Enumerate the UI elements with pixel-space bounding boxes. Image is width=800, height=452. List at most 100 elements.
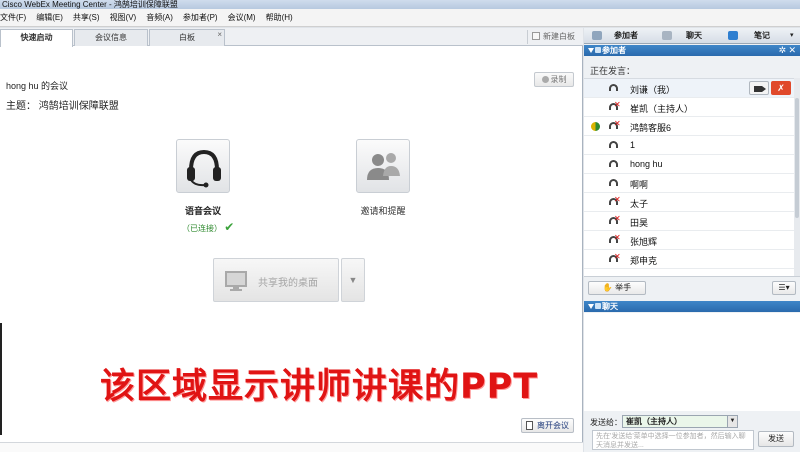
- participant-name: 张旭辉: [630, 237, 658, 247]
- chat-input[interactable]: 先在'发送给'菜单中选择一位参加者，然后输入聊天消息并发送...: [592, 430, 754, 450]
- new-whiteboard-button[interactable]: 新建白板: [527, 30, 579, 44]
- participant-row[interactable]: 1: [584, 136, 794, 155]
- headset-icon: [608, 83, 619, 94]
- mute-button[interactable]: ✗: [771, 81, 791, 95]
- menu-file[interactable]: 文件(F): [0, 12, 26, 23]
- raise-hand-label: 举手: [615, 283, 632, 292]
- share-options-dropdown[interactable]: ▼: [341, 258, 365, 302]
- record-button[interactable]: 录制: [534, 72, 574, 87]
- menu-meeting[interactable]: 会议(M): [228, 12, 256, 23]
- record-icon: [541, 76, 549, 83]
- leave-meeting-button[interactable]: 离开会议: [521, 418, 574, 433]
- headset-muted-icon: ✕: [608, 233, 621, 246]
- participant-row[interactable]: 啊啊: [584, 174, 794, 193]
- participant-row[interactable]: ✕ 田昊: [584, 212, 794, 231]
- tab-whiteboard-label: 白板: [179, 33, 195, 42]
- notes-tab-icon: [728, 31, 738, 40]
- menu-edit[interactable]: 编辑(E): [36, 12, 63, 23]
- video-button[interactable]: [749, 81, 769, 95]
- tab-bar: 快速启动 会议信息 白板 × 新建白板: [0, 28, 583, 47]
- participant-row[interactable]: ✕ 鸿鹄客服6: [584, 117, 794, 136]
- panel-tabs: 参加者 聊天 笔记 ▾: [584, 28, 800, 44]
- participant-row[interactable]: 刘谦（我） ✗: [584, 79, 794, 98]
- collapse-icon: [588, 304, 594, 309]
- menu-view[interactable]: 视图(V): [110, 12, 137, 23]
- menu-audio[interactable]: 音频(A): [146, 12, 173, 23]
- collapse-icon: [588, 48, 594, 53]
- menu-share[interactable]: 共享(S): [73, 12, 100, 23]
- topic-value: 鸿鹄培训保障联盟: [38, 101, 119, 112]
- window-title: Cisco WebEx Meeting Center - 鸿鹄培训保障联盟: [0, 0, 800, 9]
- topic-label: 主题：: [6, 101, 36, 112]
- participants-panel-title: 参加者: [602, 46, 626, 55]
- chevron-down-icon[interactable]: ▾: [790, 29, 794, 43]
- tab-participants[interactable]: 参加者: [614, 29, 638, 43]
- participant-name: hong hu: [630, 159, 663, 169]
- tab-chat[interactable]: 聊天: [686, 29, 702, 43]
- participants-panel-header[interactable]: 参加者 ✲ ✕: [584, 45, 800, 56]
- participant-toolbar: ✋ 举手 ☰▾: [584, 276, 800, 298]
- leave-meeting-label: 离开会议: [537, 421, 569, 430]
- new-whiteboard-label: 新建白板: [543, 32, 575, 41]
- close-icon[interactable]: ✕: [788, 45, 796, 56]
- send-to-value: 崔凯（主持人）: [626, 417, 682, 426]
- menu-bar: 文件(F) 编辑(E) 共享(S) 视图(V) 音频(A) 参加者(P) 会议(…: [0, 9, 800, 27]
- participant-row[interactable]: ✕ 张旭辉: [584, 231, 794, 250]
- gear-icon[interactable]: ✲: [778, 45, 786, 56]
- audio-conference-button[interactable]: [176, 139, 230, 193]
- participant-row[interactable]: ✕ 郑申克: [584, 250, 794, 269]
- tab-notes[interactable]: 笔记: [754, 29, 770, 43]
- participant-row[interactable]: ✕ 崔凯（主持人）: [584, 98, 794, 117]
- raise-hand-button[interactable]: ✋ 举手: [588, 281, 646, 295]
- monitor-icon: [225, 271, 247, 291]
- record-label: 录制: [550, 75, 567, 84]
- people-icon: [367, 153, 400, 180]
- people-icon: [595, 47, 601, 53]
- participant-name: 太子: [630, 199, 649, 209]
- participant-row[interactable]: ✕ 太子: [584, 193, 794, 212]
- participant-name: 鸿鹄客服6: [630, 123, 672, 133]
- audio-conference-label: 语音会议: [184, 206, 221, 216]
- headset-icon: [187, 149, 221, 188]
- headset-muted-icon: ✕: [608, 119, 621, 132]
- participant-list: 刘谦（我） ✗ ✕ 崔凯（主持人） ✕ 鸿鹄客服6 1 hong hu 啊啊 ✕…: [584, 78, 794, 298]
- side-panel: 参加者 聊天 笔记 ▾ 参加者 ✲ ✕ 正在发言： 刘谦（我） ✗ ✕ 崔凯（主…: [584, 28, 800, 452]
- headset-muted-icon: ✕: [608, 195, 621, 208]
- hand-icon: ✋: [602, 283, 613, 292]
- participant-scrollbar[interactable]: [794, 78, 800, 298]
- audio-status-text: （已连接）: [182, 224, 222, 233]
- send-to-label: 发送给：: [590, 418, 622, 427]
- meeting-topic: 主题： 鸿鹄培训保障联盟: [6, 97, 119, 112]
- headset-muted-icon: ✕: [608, 214, 621, 227]
- chat-panel-header[interactable]: 聊天: [584, 301, 800, 312]
- headset-muted-icon: ✕: [608, 100, 621, 113]
- whiteboard-icon: [532, 32, 540, 40]
- headset-icon: [608, 178, 619, 189]
- audio-status: （已连接） ✔: [182, 220, 234, 234]
- tab-meeting-info[interactable]: 会议信息: [74, 29, 148, 46]
- participants-tab-icon: [592, 31, 602, 40]
- list-options-button[interactable]: ☰▾: [772, 281, 796, 295]
- participant-row[interactable]: hong hu: [584, 155, 794, 174]
- close-icon[interactable]: ×: [217, 27, 222, 43]
- share-desktop-button[interactable]: 共享我的桌面: [213, 258, 339, 302]
- content-viewer: 快速启动 会议信息 白板 × 新建白板 hong hu 的会议 主题： 鸿鹄培训…: [0, 28, 583, 452]
- list-icon: ☰▾: [778, 283, 790, 292]
- send-button[interactable]: 发送: [758, 431, 794, 447]
- scrollbar-thumb[interactable]: [795, 98, 799, 218]
- send-to-select[interactable]: 崔凯（主持人） ▼: [622, 415, 738, 428]
- speaking-label: 正在发言：: [590, 66, 636, 76]
- participant-name: 啊啊: [630, 180, 649, 190]
- invite-remind-label: 邀请和提醒: [360, 206, 406, 216]
- menu-help[interactable]: 帮助(H): [266, 12, 293, 23]
- tab-whiteboard[interactable]: 白板 ×: [149, 29, 225, 46]
- participant-name: 田昊: [630, 218, 649, 228]
- participant-name: 郑申克: [630, 256, 658, 266]
- menu-participants[interactable]: 参加者(P): [183, 12, 218, 23]
- invite-remind-button[interactable]: [356, 139, 410, 193]
- tab-quick-start[interactable]: 快速启动: [0, 29, 73, 47]
- chevron-down-icon: ▼: [348, 275, 358, 285]
- ppt-area-annotation: 该区域显示讲师讲课的PPT: [100, 367, 539, 407]
- chevron-down-icon: ▼: [727, 416, 737, 427]
- chat-history: [584, 313, 800, 411]
